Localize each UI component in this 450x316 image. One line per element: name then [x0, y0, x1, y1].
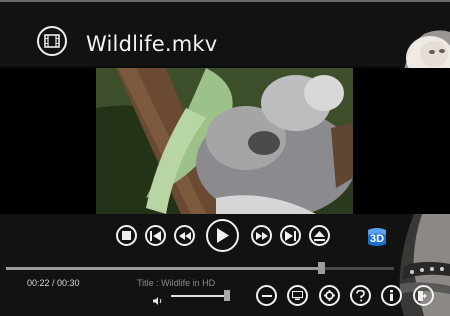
play-button[interactable]: [206, 219, 239, 252]
stop-button[interactable]: [116, 225, 137, 246]
volume-level: [171, 295, 227, 297]
seek-handle[interactable]: [318, 262, 325, 274]
info-button[interactable]: [381, 285, 402, 306]
display-button[interactable]: [287, 285, 308, 306]
help-button[interactable]: [350, 285, 371, 306]
previous-button[interactable]: [145, 225, 166, 246]
seek-bar[interactable]: [6, 267, 394, 270]
next-button[interactable]: [280, 225, 301, 246]
3d-label: 3D: [370, 233, 384, 245]
time-display: 00:22 / 00:30: [27, 278, 80, 288]
film-icon[interactable]: [37, 26, 67, 56]
video-frame[interactable]: [96, 68, 353, 214]
volume-icon[interactable]: [153, 292, 163, 310]
fast-forward-button[interactable]: [251, 225, 272, 246]
volume-slider[interactable]: [171, 295, 227, 297]
volume-handle[interactable]: [224, 290, 230, 301]
minimize-button[interactable]: [256, 285, 277, 306]
skip-previous-icon: [150, 230, 161, 241]
skin-avatar-image: [394, 24, 450, 70]
file-title: Wildlife.mkv: [86, 32, 218, 56]
3d-mode-button[interactable]: 3D: [366, 226, 388, 248]
media-title: Title : Wildlife in HD: [137, 278, 216, 288]
info-icon: [390, 290, 393, 301]
seek-progress: [6, 267, 325, 270]
title-bar: [0, 2, 450, 66]
skip-next-icon: [285, 230, 296, 241]
rewind-icon: [178, 231, 191, 240]
rewind-button[interactable]: [174, 225, 195, 246]
gear-icon: [324, 290, 335, 301]
stop-icon: [122, 231, 131, 240]
fast-forward-icon: [255, 231, 268, 240]
display-icon: [292, 291, 303, 300]
play-icon: [217, 228, 229, 243]
exit-icon: [418, 290, 427, 301]
exit-button[interactable]: [413, 285, 434, 306]
settings-button[interactable]: [319, 285, 340, 306]
eject-button[interactable]: [309, 225, 330, 246]
help-icon: [356, 289, 365, 301]
minimize-icon: [261, 294, 272, 297]
eject-icon: [314, 230, 325, 241]
